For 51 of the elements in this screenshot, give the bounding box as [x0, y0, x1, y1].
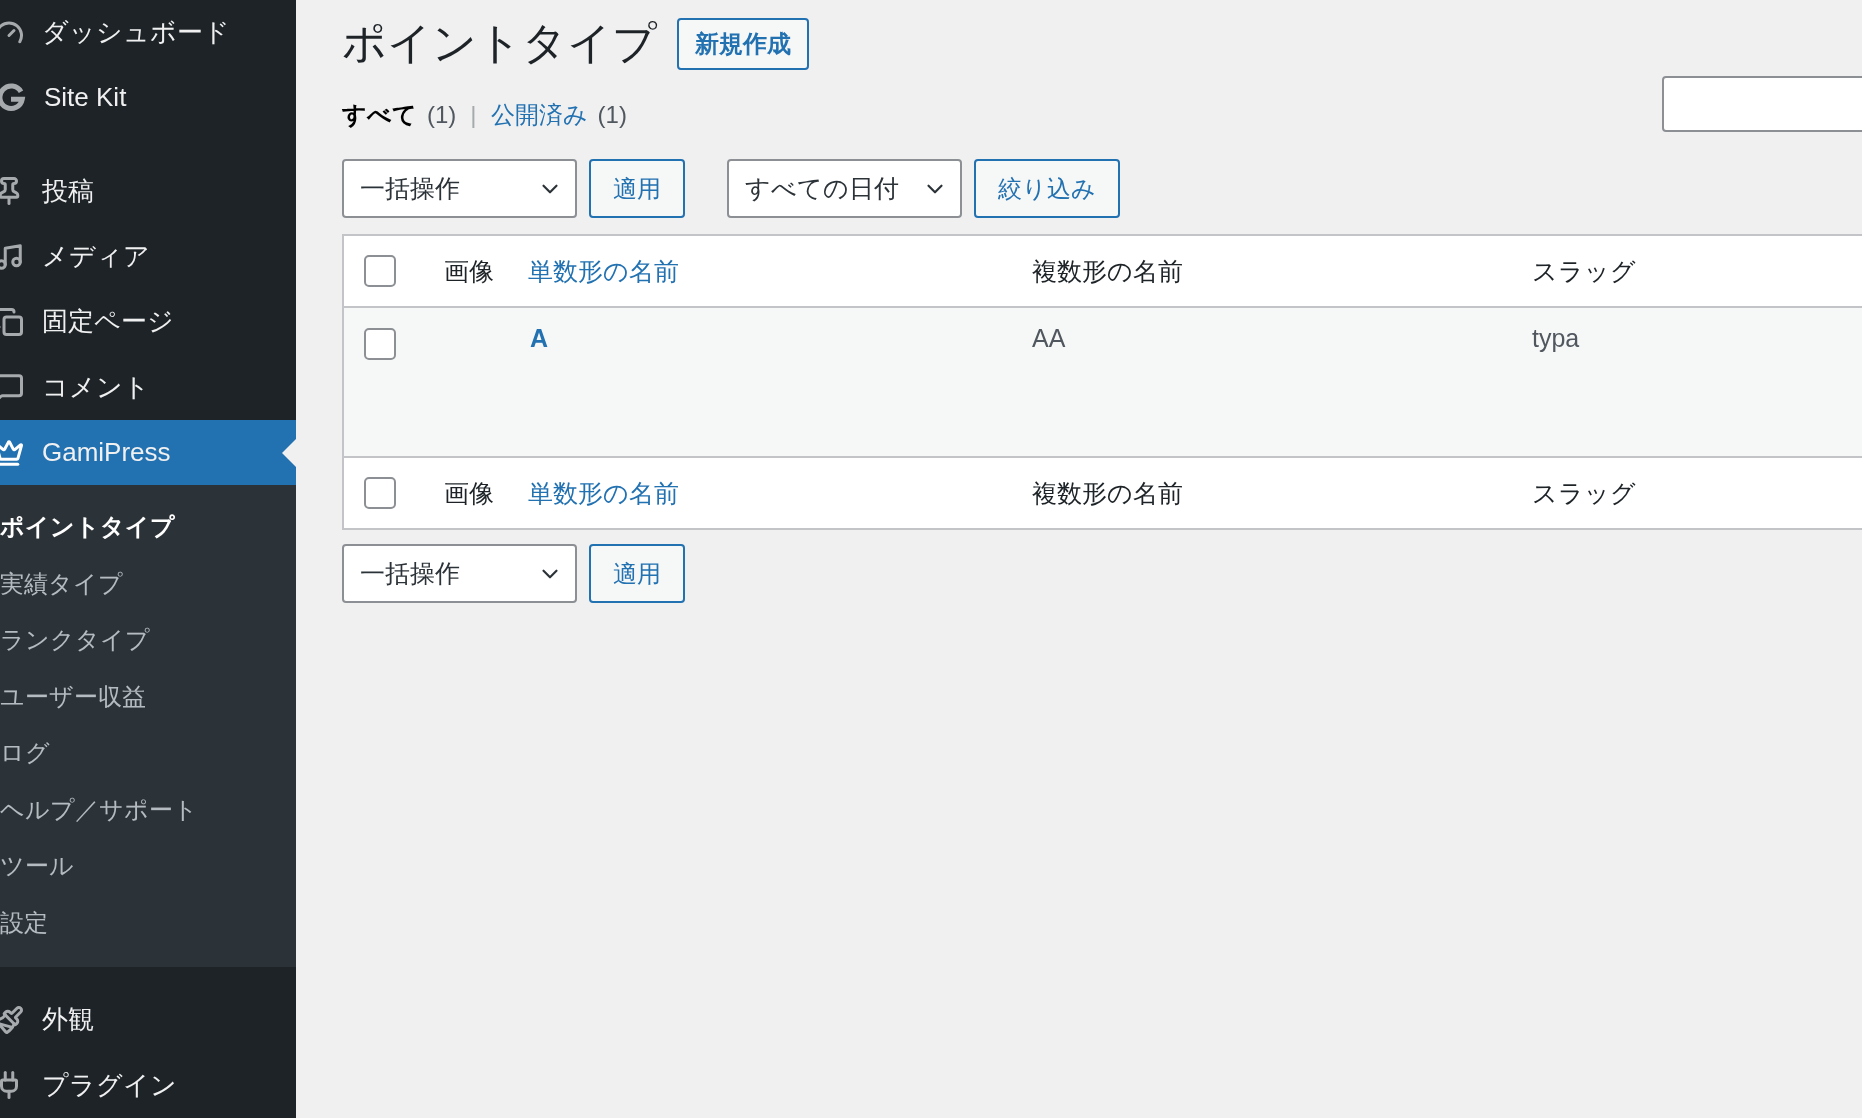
submenu-item[interactable]: ポイントタイプ: [0, 499, 296, 556]
view-count: (1): [597, 101, 627, 129]
sort-link[interactable]: 単数形の名前: [528, 476, 1032, 510]
filter-button[interactable]: 絞り込み: [974, 159, 1120, 218]
table-cell-text: typa: [1532, 324, 1581, 353]
submenu-item[interactable]: ログ: [0, 725, 296, 782]
submenu-item[interactable]: ランクタイプ: [0, 612, 296, 669]
view-count: (1): [427, 101, 457, 129]
checkbox[interactable]: [364, 328, 396, 360]
column-title: スラッグ: [1532, 477, 1637, 509]
date-filter-select[interactable]: すべての日付: [727, 159, 962, 218]
submenu-item[interactable]: ヘルプ／サポート: [0, 781, 296, 839]
paintbrush-icon: [0, 1004, 24, 1035]
separator-text: |: [470, 101, 477, 129]
search-field[interactable]: [1662, 76, 1862, 132]
sidebar-item[interactable]: プラグイン: [0, 1052, 296, 1118]
apply-button[interactable]: 適用: [589, 544, 685, 603]
sidebar-item[interactable]: コメント: [0, 354, 296, 420]
sidebar-item[interactable]: 固定ページ: [0, 289, 296, 355]
column-title: スラッグ: [1532, 255, 1637, 287]
sidebar-item[interactable]: GamiPress: [0, 419, 296, 486]
pages-icon: [0, 306, 24, 337]
submenu-item[interactable]: ツール: [0, 838, 296, 895]
column-title: 複数形の名前: [1032, 255, 1184, 287]
music-note-icon: [0, 241, 24, 272]
sidebar-item[interactable]: メディア: [0, 224, 296, 290]
submenu-item[interactable]: ユーザー収益: [0, 668, 296, 726]
sidebar-item[interactable]: 投稿: [0, 158, 296, 224]
current-pointer-icon: [282, 438, 296, 467]
column-title: 画像: [444, 477, 495, 509]
page-title: ポイントタイプ: [342, 17, 657, 69]
logo-icon: [0, 83, 26, 113]
checkbox[interactable]: [364, 477, 396, 509]
bulk-action-select[interactable]: 一括操作: [342, 544, 577, 603]
column-title: 複数形の名前: [1032, 477, 1184, 509]
sort-link[interactable]: 単数形の名前: [528, 254, 1032, 288]
table-cell-text: AA: [1032, 324, 1067, 353]
apply-button[interactable]: 適用: [589, 159, 685, 218]
submenu-item[interactable]: 実績タイプ: [0, 555, 296, 613]
sidebar-item[interactable]: ダッシュボード: [0, 0, 296, 66]
column-title: 画像: [444, 255, 495, 287]
bulk-action-select[interactable]: 一括操作: [342, 159, 577, 218]
view-link[interactable]: すべて: [342, 99, 417, 131]
submenu-item[interactable]: 設定: [0, 894, 296, 952]
crown-icon: [0, 437, 24, 468]
row-title-link[interactable]: A: [530, 324, 1032, 353]
sidebar-item[interactable]: Site Kit: [0, 65, 296, 131]
checkbox[interactable]: [364, 255, 396, 287]
add-new-button[interactable]: 新規作成: [677, 17, 809, 70]
view-link[interactable]: 公開済み: [490, 99, 588, 131]
sidebar-item[interactable]: 外観: [0, 987, 296, 1053]
